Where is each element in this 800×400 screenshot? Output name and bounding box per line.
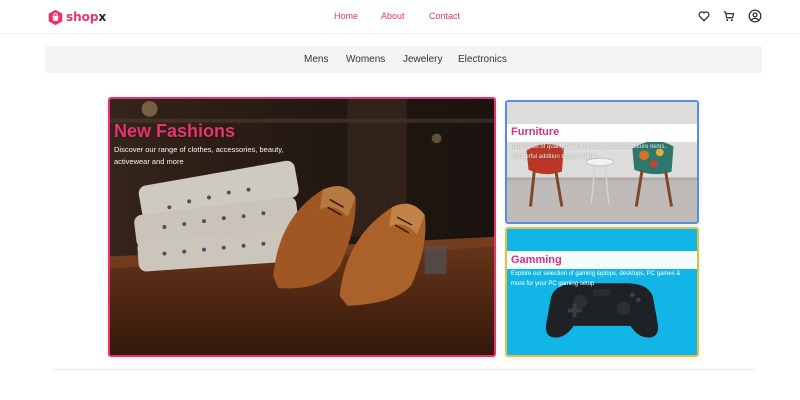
nav-home-link[interactable]: Home (334, 11, 358, 21)
furniture-title: Furniture (511, 126, 560, 138)
gaming-title: Gamming (511, 254, 562, 266)
section-divider (52, 369, 755, 370)
category-jewelery[interactable]: Jewelery (403, 54, 442, 65)
furniture-card[interactable]: Furniture thousands of quality new and s… (505, 100, 699, 224)
hero-title: New Fashions (114, 121, 236, 141)
cart-icon[interactable] (722, 9, 736, 23)
logo[interactable]: shopx (47, 7, 106, 27)
brand-name: shopx (66, 10, 107, 24)
category-mens[interactable]: Mens (304, 54, 328, 65)
hero-description: Discover our range of clothes, accessori… (114, 145, 284, 166)
logo-icon (48, 9, 63, 25)
nav-contact-link[interactable]: Contact (429, 11, 460, 21)
heart-icon[interactable] (697, 9, 711, 23)
gaming-image (507, 229, 697, 355)
category-bar: Mens Womens Jewelery Electronics (45, 46, 762, 73)
top-navbar: shopx Home About Contact (0, 0, 800, 34)
nav-about-link[interactable]: About (381, 11, 405, 21)
header-actions (697, 9, 762, 23)
furniture-description: thousands of quality new and second hand… (511, 144, 667, 160)
category-womens[interactable]: Womens (346, 54, 385, 65)
gaming-card[interactable]: Gamming Explore our selection of gaming … (505, 227, 699, 357)
furniture-image (507, 102, 697, 222)
user-icon[interactable] (748, 9, 762, 23)
hero-new-fashions-card[interactable]: New Fashions Discover our range of cloth… (108, 97, 496, 357)
category-electronics[interactable]: Electronics (458, 54, 507, 65)
gaming-description: Explore our selection of gaming laptops,… (511, 271, 681, 287)
